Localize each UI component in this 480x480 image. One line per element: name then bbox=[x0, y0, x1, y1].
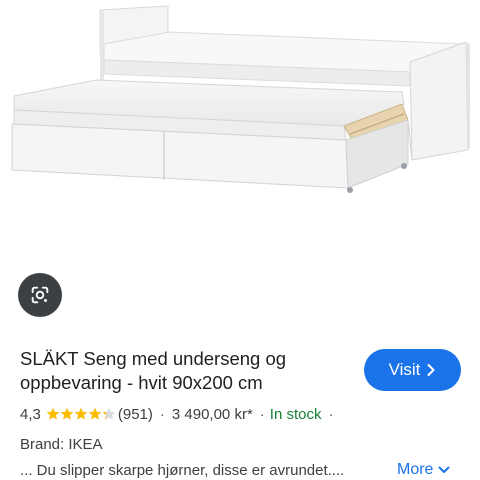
rating-stars bbox=[46, 407, 116, 421]
separator-dot: · bbox=[259, 405, 265, 423]
google-lens-icon bbox=[31, 286, 49, 304]
google-lens-button[interactable] bbox=[18, 273, 62, 317]
product-meta-row: 4,3 (951) · 3 490,00 kr* · In stock · bbox=[20, 404, 340, 424]
availability-status: In stock bbox=[269, 405, 322, 423]
price: 3 490,00 kr* bbox=[171, 405, 253, 423]
review-count[interactable]: (951) bbox=[118, 406, 153, 423]
chevron-down-icon bbox=[438, 466, 450, 473]
visit-button[interactable]: Visit bbox=[364, 349, 461, 391]
bed-illustration bbox=[11, 5, 470, 193]
more-button-label: More bbox=[397, 461, 434, 478]
visit-button-label: Visit bbox=[388, 360, 421, 379]
product-title[interactable]: SLÄKT Seng med underseng og oppbevaring … bbox=[20, 347, 350, 395]
chevron-right-icon bbox=[427, 364, 435, 376]
product-image[interactable] bbox=[0, 0, 480, 262]
description-snippet: ... Du slipper skarpe hjørner, disse er … bbox=[20, 462, 345, 479]
rating-value: 4,3 bbox=[20, 405, 41, 423]
more-button[interactable]: More bbox=[397, 461, 450, 479]
separator-dot: · bbox=[159, 405, 165, 423]
star-icon bbox=[74, 407, 88, 420]
star-icon bbox=[88, 407, 102, 420]
star-icon bbox=[46, 407, 60, 420]
separator-dot: · bbox=[328, 405, 334, 423]
star-icon bbox=[102, 407, 116, 420]
star-icon bbox=[60, 407, 74, 420]
brand-label: Brand: IKEA bbox=[20, 436, 103, 453]
